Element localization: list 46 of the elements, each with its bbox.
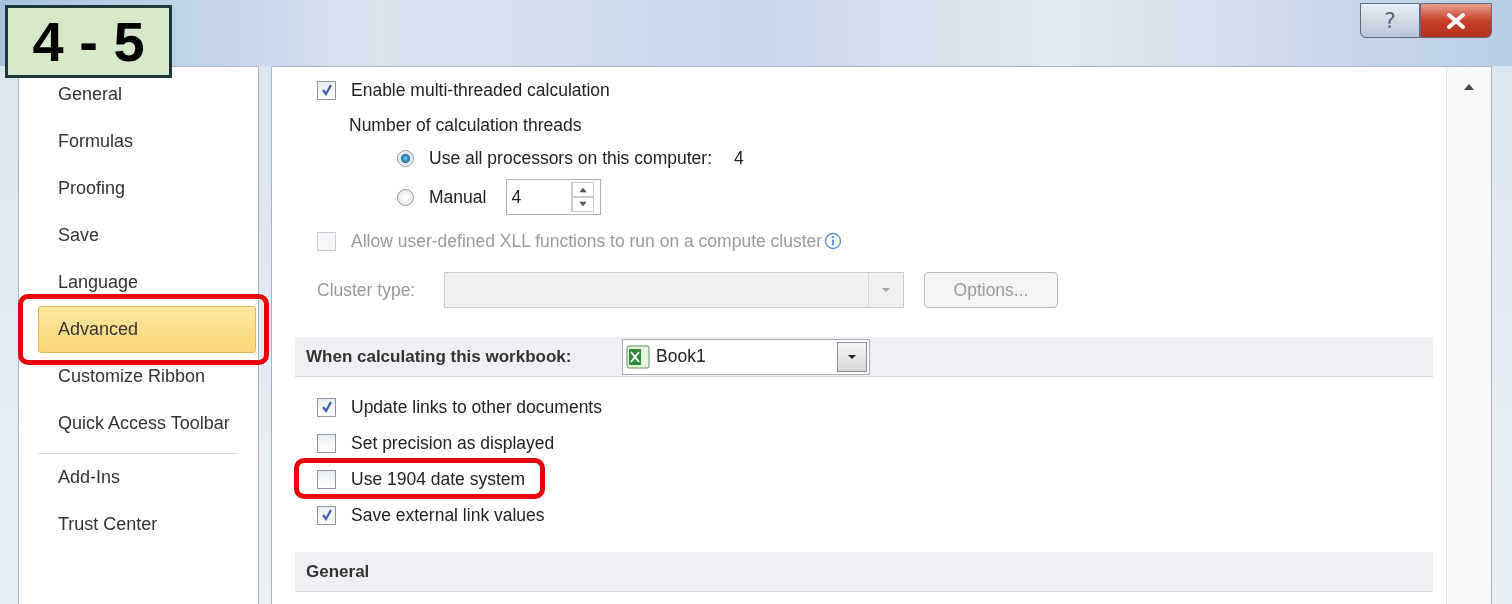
checkbox[interactable] xyxy=(317,80,336,100)
check-icon xyxy=(319,400,334,414)
sidebar-item[interactable]: Proofing xyxy=(38,165,256,212)
group-label: Number of calculation threads xyxy=(349,114,582,136)
spin-up-icon[interactable] xyxy=(572,182,595,197)
option-label: Use 1904 date system xyxy=(351,468,526,490)
option-label: Manual xyxy=(429,186,487,208)
section-title: When calculating this workbook: xyxy=(306,346,573,367)
check-icon xyxy=(319,508,334,522)
radio-button[interactable] xyxy=(397,149,414,167)
info-icon xyxy=(824,232,843,250)
checkbox[interactable] xyxy=(317,433,336,453)
checkbox[interactable] xyxy=(317,505,336,525)
option-label: Allow user-defined XLL functions to run on a compute cluster xyxy=(351,230,823,252)
check-icon xyxy=(319,83,334,97)
checkbox[interactable] xyxy=(317,397,336,417)
spreadsheet-icon xyxy=(626,344,650,369)
workbook-dropdown[interactable]: Book1 xyxy=(622,338,870,375)
sidebar-item[interactable]: Quick Access Toolbar xyxy=(38,400,256,447)
scrollbar[interactable] xyxy=(1446,67,1491,604)
sidebar-item[interactable]: Save xyxy=(38,212,256,259)
option-label: Set precision as displayed xyxy=(351,432,555,454)
close-button[interactable] xyxy=(1420,3,1492,38)
sidebar-item[interactable]: Trust Center xyxy=(38,501,256,548)
section-title: General xyxy=(306,561,371,582)
scroll-up-icon[interactable] xyxy=(1463,83,1475,91)
radio-button[interactable] xyxy=(397,188,414,206)
processor-count: 4 xyxy=(734,147,744,169)
spin-down-icon[interactable] xyxy=(572,197,595,212)
sidebar-item[interactable]: Advanced xyxy=(38,306,256,353)
sidebar-item[interactable]: Add-Ins xyxy=(38,454,256,501)
sidebar-item[interactable]: Language xyxy=(38,259,256,306)
close-icon xyxy=(1446,12,1466,29)
option-label: Save external link values xyxy=(351,504,545,526)
thread-count-spinner[interactable]: 4 xyxy=(506,179,602,215)
field-label: Cluster type: xyxy=(317,279,417,301)
option-label: Enable multi-threaded calculation xyxy=(351,79,610,101)
sidebar-item[interactable]: Formulas xyxy=(38,118,256,165)
caret-icon xyxy=(846,352,858,361)
option-label: Update links to other documents xyxy=(351,396,602,418)
option-label: Use all processors on this computer: xyxy=(429,147,713,169)
caret-icon xyxy=(880,286,892,294)
sidebar-item[interactable]: Customize Ribbon xyxy=(38,353,256,400)
step-badge: 4 - 5 xyxy=(5,5,172,78)
help-button[interactable]: ? xyxy=(1360,3,1420,38)
checkbox[interactable] xyxy=(317,469,336,489)
